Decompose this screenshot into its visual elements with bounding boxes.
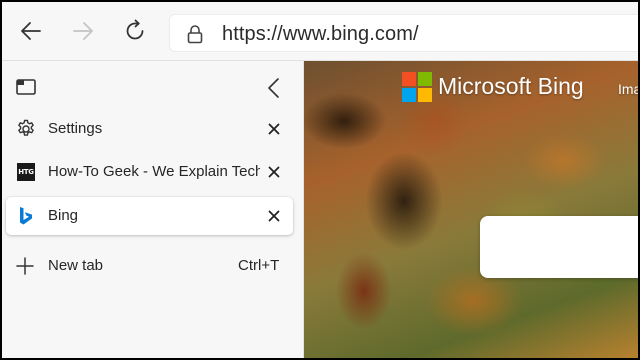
refresh-icon xyxy=(126,19,144,40)
new-tab-shortcut: Ctrl+T xyxy=(238,257,280,274)
bing-page-content: Microsoft Bing Images xyxy=(304,61,638,358)
tab-bing[interactable]: Bing xyxy=(6,197,293,235)
lock-icon[interactable] xyxy=(186,24,204,44)
images-link[interactable]: Images xyxy=(618,81,638,97)
close-icon xyxy=(268,123,280,135)
tab-label: How-To Geek - We Explain Technology xyxy=(48,163,260,180)
forward-button[interactable] xyxy=(68,16,98,46)
address-bar[interactable]: https://www.bing.com/ xyxy=(170,15,638,51)
tab-how-to-geek[interactable]: HTG How-To Geek - We Explain Technology xyxy=(6,153,293,191)
vertical-tabs-pane: Settings HTG How-To Geek - We Explain Te… xyxy=(2,61,304,358)
tab-label: Settings xyxy=(48,120,103,137)
new-tab-button[interactable]: New tab Ctrl+T xyxy=(6,247,293,285)
url-text[interactable]: https://www.bing.com/ xyxy=(222,23,419,46)
bing-brand-title[interactable]: Microsoft Bing xyxy=(438,73,584,100)
htg-logo-text: HTG xyxy=(17,163,35,181)
tabs-pane-header xyxy=(2,61,303,111)
refresh-button[interactable] xyxy=(120,16,150,46)
tab-actions-icon[interactable] xyxy=(16,79,36,95)
back-arrow-icon xyxy=(21,22,41,40)
search-box[interactable] xyxy=(480,216,638,278)
forward-arrow-icon xyxy=(73,22,93,40)
gear-icon xyxy=(16,119,36,138)
browser-window: https://www.bing.com/ Settings HTG How-T… xyxy=(2,2,638,358)
close-icon xyxy=(268,166,280,178)
browser-toolbar: https://www.bing.com/ xyxy=(2,2,638,61)
microsoft-logo-icon xyxy=(402,72,432,102)
htg-logo-icon: HTG xyxy=(16,163,36,181)
new-tab-label: New tab xyxy=(48,257,104,274)
bing-icon xyxy=(16,207,36,225)
plus-icon xyxy=(16,257,34,275)
screenshot-frame: https://www.bing.com/ Settings HTG How-T… xyxy=(0,0,640,360)
tab-settings[interactable]: Settings xyxy=(6,110,293,148)
tab-label: Bing xyxy=(48,207,79,224)
close-tab-button[interactable] xyxy=(264,162,284,182)
close-tab-button[interactable] xyxy=(264,119,284,139)
chevron-left-icon[interactable] xyxy=(264,76,284,100)
close-icon xyxy=(268,210,280,222)
back-button[interactable] xyxy=(16,16,46,46)
close-tab-button[interactable] xyxy=(264,206,284,226)
